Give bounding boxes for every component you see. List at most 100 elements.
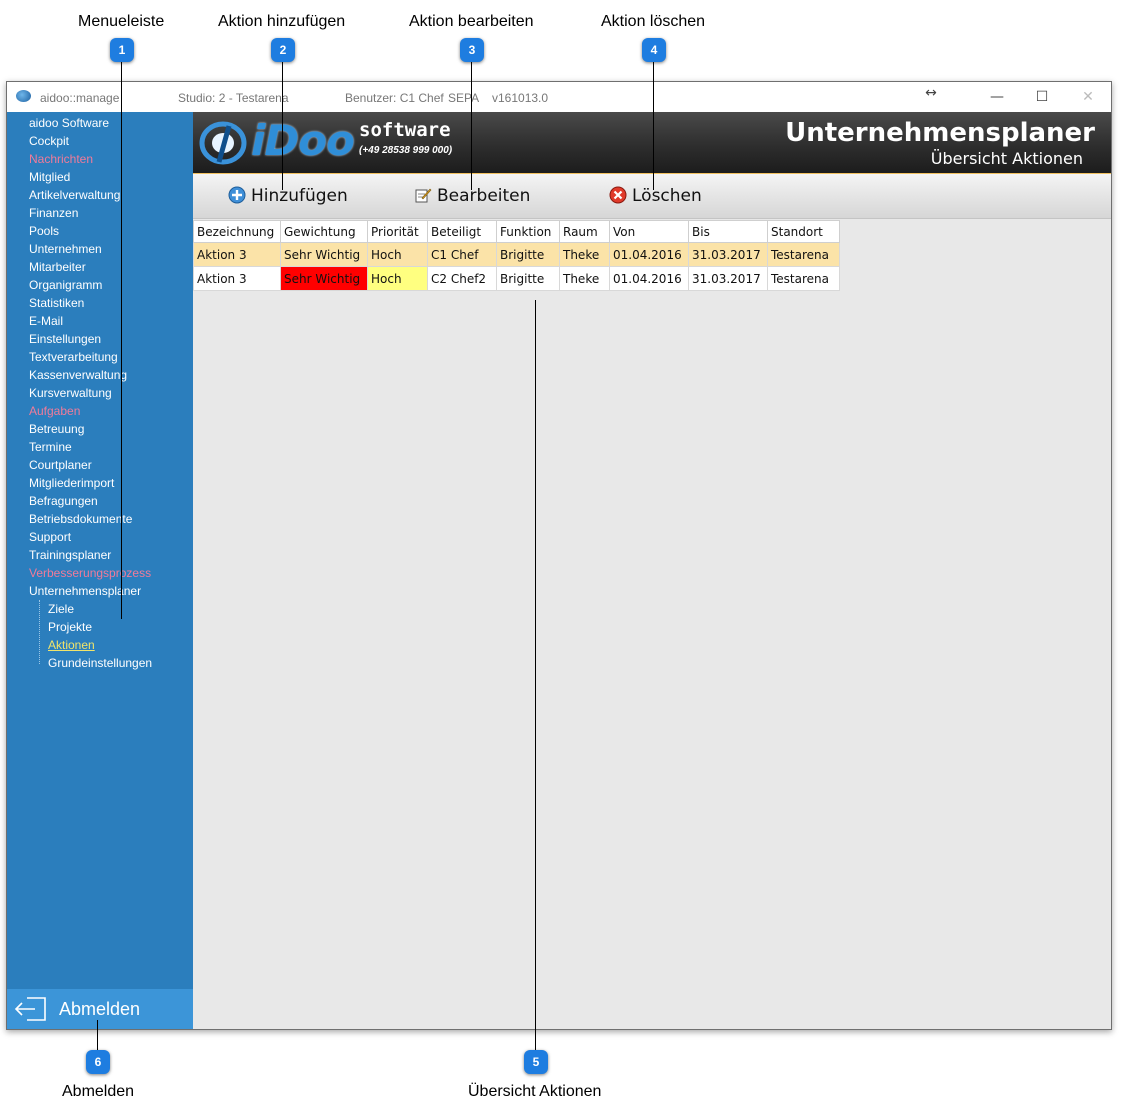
sidebar-subitem[interactable]: Ziele — [48, 602, 74, 616]
sidebar-item[interactable]: Unternehmen — [29, 242, 102, 256]
callout-label-menubar: Menueleiste — [78, 13, 165, 30]
sidebar-item[interactable]: Artikelverwaltung — [29, 188, 120, 202]
sidebar-item[interactable]: Mitgliederimport — [29, 476, 114, 490]
table-cell: 01.04.2016 — [609, 242, 689, 267]
actions-overview: Bezeichnung Gewichtung Priorität Beteiligt F… — [193, 219, 1111, 1029]
sidebar-item[interactable]: Trainingsplaner — [29, 548, 111, 562]
sidebar-item[interactable]: Textverarbeitung — [29, 350, 118, 364]
sidebar-item[interactable]: Kassenverwaltung — [29, 368, 127, 382]
sidebar-item[interactable]: Termine — [29, 440, 72, 454]
title-bar: aidoo::manage Studio: 2 - Testarena Benu… — [7, 82, 1111, 112]
app-logo-icon — [16, 90, 31, 102]
resize-arrows-icon[interactable]: ↔ — [916, 82, 946, 104]
column-header[interactable]: Bezeichnung — [193, 220, 281, 243]
sidebar-item[interactable]: Verbesserungsprozess — [29, 566, 151, 580]
sidebar-item[interactable]: Aufgaben — [29, 404, 80, 418]
sidebar-item[interactable]: E-Mail — [29, 314, 63, 328]
callout-badge-3: 3 — [460, 38, 484, 62]
table-cell: Theke — [559, 266, 610, 291]
callout-label-edit: Aktion bearbeiten — [409, 13, 534, 30]
logout-button[interactable]: Abmelden — [7, 989, 193, 1029]
sidebar-item[interactable]: Finanzen — [29, 206, 78, 220]
brand-logo-text: iDoo — [251, 116, 355, 165]
sidebar-subitem[interactable]: Grundeinstellungen — [48, 656, 152, 670]
sepa-info: SEPA — [448, 91, 480, 105]
table-cell: Aktion 3 — [193, 242, 281, 267]
sidebar-item[interactable]: Pools — [29, 224, 59, 238]
sidebar-item[interactable]: Cockpit — [29, 134, 69, 148]
maximize-icon[interactable]: ☐ — [1027, 86, 1057, 108]
sidebar-item[interactable]: Mitglied — [29, 170, 70, 184]
table-cell: Aktion 3 — [193, 266, 281, 291]
callout-badge-4: 4 — [642, 38, 666, 62]
sidebar-item[interactable]: Kursverwaltung — [29, 386, 112, 400]
brand-phone: (+49 28538 999 000) — [359, 145, 453, 156]
table-cell: C2 Chef2 — [427, 266, 497, 291]
column-header[interactable]: Bis — [688, 220, 768, 243]
sidebar-item[interactable]: Statistiken — [29, 296, 84, 310]
sidebar-item[interactable]: Unternehmensplaner — [29, 584, 141, 598]
column-header[interactable]: Standort — [767, 220, 840, 243]
logout-label: Abmelden — [59, 999, 141, 1019]
page-subtitle: Übersicht Aktionen — [930, 149, 1083, 168]
callout-label-overview: Übersicht Aktionen — [468, 1083, 602, 1100]
edit-pencil-icon — [415, 188, 432, 203]
column-header[interactable]: Funktion — [496, 220, 560, 243]
table-header-row: Bezeichnung Gewichtung Priorität Beteiligt F… — [193, 220, 840, 243]
sidebar-item[interactable]: Betreuung — [29, 422, 84, 436]
minimize-icon[interactable]: — — [982, 86, 1012, 108]
table-cell: Sehr Wichtig — [280, 242, 368, 267]
table-cell: 31.03.2017 — [688, 266, 768, 291]
table-cell: Hoch — [367, 266, 428, 291]
callout-label-add: Aktion hinzufügen — [218, 13, 346, 30]
column-header[interactable]: Gewichtung — [280, 220, 368, 243]
sidebar-item[interactable]: aidoo Software — [29, 116, 109, 130]
sidebar-item[interactable]: Organigramm — [29, 278, 102, 292]
sidebar-item[interactable]: Courtplaner — [29, 458, 92, 472]
sidebar-item[interactable]: Nachrichten — [29, 152, 93, 166]
column-header[interactable]: Priorität — [367, 220, 428, 243]
close-icon[interactable]: ✕ — [1073, 86, 1103, 108]
table-row[interactable]: Aktion 3 Sehr Wichtig Hoch C2 Chef2 Brigitte… — [193, 266, 840, 291]
callout-label-delete: Aktion löschen — [601, 13, 706, 30]
delete-x-icon — [609, 186, 627, 204]
callout-line-3 — [471, 62, 472, 190]
table-cell: 31.03.2017 — [688, 242, 768, 267]
add-circle-icon — [228, 186, 246, 204]
table-cell: Sehr Wichtig — [280, 266, 368, 291]
callout-badge-6: 6 — [86, 1050, 110, 1074]
aidoo-logo-icon — [199, 121, 247, 165]
table-body: Aktion 3 Sehr Wichtig Hoch C1 Chef Brigitte T… — [193, 242, 840, 291]
sidebar-item[interactable]: Befragungen — [29, 494, 98, 508]
screenshot-stage: Menueleiste Aktion hinzufügen Aktion bea… — [0, 0, 1121, 1117]
sidebar-item[interactable]: Betriebsdokumente — [29, 512, 132, 526]
table-cell: Brigitte — [496, 242, 560, 267]
callout-line-6 — [97, 1020, 98, 1050]
studio-info: Studio: 2 - Testarena — [178, 91, 289, 105]
edit-button[interactable]: Bearbeiten — [414, 186, 530, 206]
sidebar-item[interactable]: Mitarbeiter — [29, 260, 86, 274]
column-header[interactable]: Von — [609, 220, 689, 243]
add-button[interactable]: Hinzufügen — [228, 186, 348, 206]
tree-connector — [39, 600, 40, 664]
page-title: Unternehmensplaner — [785, 118, 1095, 148]
column-header[interactable]: Raum — [559, 220, 610, 243]
callout-line-4 — [653, 62, 654, 190]
column-header[interactable]: Beteiligt — [427, 220, 497, 243]
logout-arrow-icon — [14, 997, 46, 1021]
callout-label-logout: Abmelden — [62, 1083, 135, 1100]
sidebar-item[interactable]: Einstellungen — [29, 332, 101, 346]
sidebar-subitem[interactable]: Aktionen — [48, 638, 95, 652]
table-cell: Theke — [559, 242, 610, 267]
actions-table: Bezeichnung Gewichtung Priorität Beteiligt F… — [193, 220, 840, 291]
sidebar-menu: aidoo Software Cockpit Nachrichten Mitglied… — [7, 112, 193, 1029]
sidebar-subitem[interactable]: Projekte — [48, 620, 92, 634]
edit-label: Bearbeiten — [437, 186, 531, 206]
delete-button[interactable]: Löschen — [609, 186, 702, 206]
callout-line-5 — [535, 300, 536, 1050]
table-cell: Testarena — [767, 266, 840, 291]
table-row[interactable]: Aktion 3 Sehr Wichtig Hoch C1 Chef Brigitte T… — [193, 242, 840, 267]
sidebar-item[interactable]: Support — [29, 530, 71, 544]
user-info: Benutzer: C1 Chef — [345, 91, 444, 105]
app-window: aidoo::manage Studio: 2 - Testarena Benu… — [6, 81, 1112, 1030]
